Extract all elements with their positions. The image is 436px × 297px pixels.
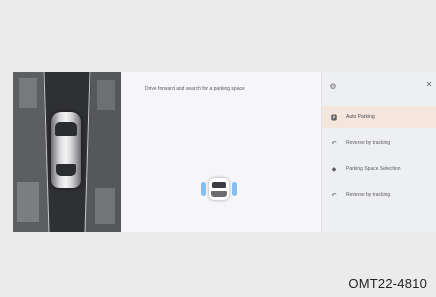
car-windshield xyxy=(212,182,226,188)
menu-item-parking-space-selection[interactable]: ◆ Parking Space Selection xyxy=(322,158,436,180)
close-icon[interactable]: ✕ xyxy=(424,80,434,90)
rear-window xyxy=(56,164,76,176)
menu-item-label: Reverse by tracking xyxy=(346,140,391,146)
menu-item-reverse-tracking[interactable]: ↶ Reverse by tracking xyxy=(322,132,436,154)
menu-item-label: Auto Parking xyxy=(346,114,375,120)
menu-item-reverse-tracking-2[interactable]: ↶ Reverse by tracking xyxy=(322,184,436,206)
menu-item-auto-parking[interactable]: 🅿 Auto Parking xyxy=(322,106,436,128)
car-rear xyxy=(211,191,227,197)
figure-code: OMT22-4810 xyxy=(348,276,427,291)
vehicle-top-view xyxy=(51,112,81,188)
instruction-text: Drive forward and search for a parking s… xyxy=(145,86,245,92)
parking-icon: 🅿 xyxy=(330,115,337,122)
surround-camera-view xyxy=(13,72,121,232)
left-sensor-indicator xyxy=(201,182,206,196)
reverse-icon: ↶ xyxy=(331,140,337,147)
right-sensor-indicator xyxy=(232,182,237,196)
vehicle-sensor-graphic xyxy=(201,174,237,204)
reverse-icon: ↶ xyxy=(331,192,337,199)
menu-item-label: Reverse by tracking xyxy=(346,192,391,198)
parking-menu-panel: ⚙ ✕ 🅿 Auto Parking ↶ Reverse by tracking… xyxy=(321,72,436,232)
menu-item-label: Parking Space Selection xyxy=(346,166,401,172)
windshield xyxy=(55,122,77,136)
gear-icon[interactable]: ⚙ xyxy=(328,82,338,92)
parking-main-area: Drive forward and search for a parking s… xyxy=(121,72,321,232)
parking-menu: 🅿 Auto Parking ↶ Reverse by tracking ◆ P… xyxy=(322,106,436,210)
parking-space-icon: ◆ xyxy=(331,166,337,173)
car-icon xyxy=(209,178,229,200)
infotainment-screen: Drive forward and search for a parking s… xyxy=(13,72,436,232)
